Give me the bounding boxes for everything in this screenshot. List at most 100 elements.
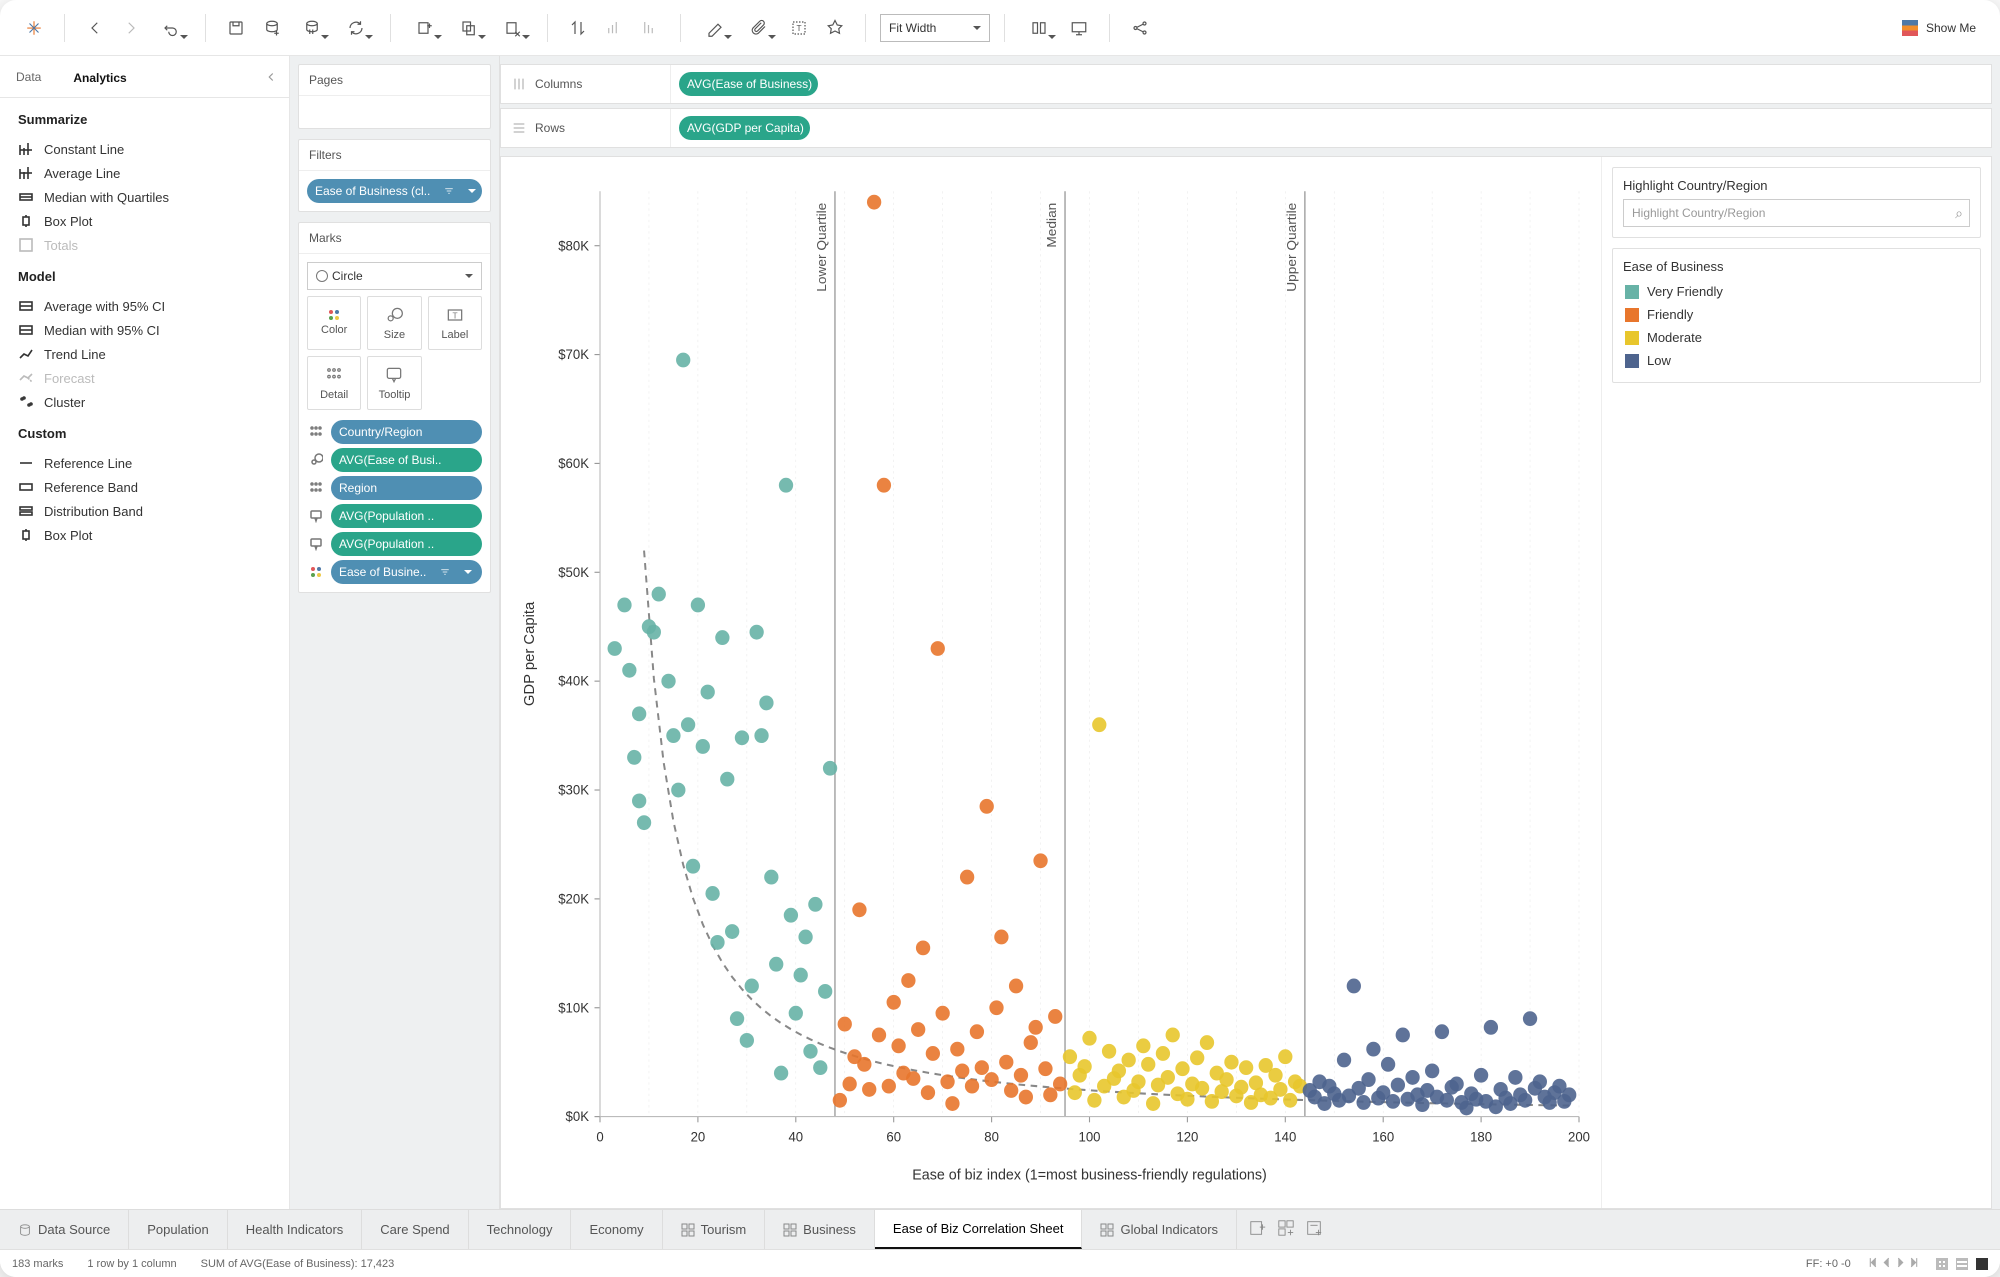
new-dashboard-button[interactable] [1277, 1219, 1295, 1240]
legend-label: Very Friendly [1647, 284, 1723, 299]
tab-data-source[interactable]: Data Source [0, 1210, 129, 1249]
status-ff: FF: +0 -0 [1806, 1258, 1851, 1270]
svg-text:40: 40 [788, 1130, 803, 1145]
highlight-input[interactable]: Highlight Country/Region [1623, 199, 1970, 227]
fit-select[interactable]: Fit Width [880, 14, 990, 42]
status-marks: 183 marks [12, 1258, 63, 1270]
pages-title: Pages [299, 65, 490, 96]
section-model: Model [18, 269, 271, 284]
constant-line[interactable]: Constant Line [18, 137, 271, 161]
marks-detail[interactable]: Detail [307, 356, 361, 410]
custom-box-plot[interactable]: Box Plot [18, 523, 271, 547]
legend-item[interactable]: Moderate [1623, 326, 1970, 349]
mark-pill-row[interactable]: AVG(Population .. [307, 532, 482, 556]
attach-button[interactable] [739, 12, 779, 44]
undo-dropdown[interactable] [151, 12, 191, 44]
swap-button[interactable] [562, 12, 594, 44]
pin-button[interactable] [819, 12, 851, 44]
legend-label: Low [1647, 353, 1671, 368]
filter-pill-ease-of-business[interactable]: Ease of Business (cl.. [307, 179, 482, 203]
svg-text:160: 160 [1372, 1130, 1394, 1145]
legend-item[interactable]: Friendly [1623, 303, 1970, 326]
marks-size[interactable]: Size [367, 296, 421, 350]
cluster[interactable]: Cluster [18, 390, 271, 414]
collapse-side-panel[interactable] [259, 65, 283, 89]
ref-band[interactable]: Reference Band [18, 475, 271, 499]
clear-sheet-button[interactable] [493, 12, 533, 44]
median-quartiles[interactable]: Median with Quartiles [18, 185, 271, 209]
share-button[interactable] [1124, 12, 1156, 44]
rows-shelf[interactable]: Rows AVG(GDP per Capita) [500, 108, 1992, 148]
svg-text:$70K: $70K [558, 347, 589, 362]
legend-swatch [1625, 285, 1639, 299]
sheet-tab[interactable]: Technology [469, 1210, 572, 1249]
svg-text:120: 120 [1176, 1130, 1198, 1145]
tab-data[interactable]: Data [0, 56, 57, 97]
label-icon: T [445, 305, 465, 325]
forward-button[interactable] [115, 12, 147, 44]
tab-analytics[interactable]: Analytics [57, 56, 142, 97]
average-line[interactable]: Average Line [18, 161, 271, 185]
sheet-tab[interactable]: Economy [571, 1210, 662, 1249]
sheet-tab[interactable]: Tourism [663, 1210, 766, 1249]
new-worksheet-button[interactable] [405, 12, 445, 44]
pages-shelf[interactable] [299, 96, 490, 128]
show-me-button[interactable]: Show Me [1896, 16, 1982, 40]
chart-zone[interactable]: Lower QuartileMedianUpper Quartile$0K$10… [501, 157, 1601, 1208]
duplicate-button[interactable] [449, 12, 489, 44]
ref-line[interactable]: Reference Line [18, 451, 271, 475]
legend-item[interactable]: Very Friendly [1623, 280, 1970, 303]
marks-type-select[interactable]: Circle [307, 262, 482, 290]
mark-pill-row[interactable]: Region [307, 476, 482, 500]
sheet-tab[interactable]: Population [129, 1210, 227, 1249]
avg-95-ci[interactable]: Average with 95% CI [18, 294, 271, 318]
view-mode-icons[interactable] [1936, 1258, 1988, 1270]
mark-pill-row[interactable]: AVG(Population .. [307, 504, 482, 528]
presentation-button[interactable] [1063, 12, 1095, 44]
marks-tooltip[interactable]: Tooltip [367, 356, 421, 410]
new-sheet-button[interactable] [1249, 1219, 1267, 1240]
save-button[interactable] [220, 12, 252, 44]
svg-text:T: T [796, 24, 801, 33]
marks-color[interactable]: Color [307, 296, 361, 350]
back-button[interactable] [79, 12, 111, 44]
side-panel-tabs: Data Analytics [0, 56, 289, 98]
sheet-tab[interactable]: Health Indicators [228, 1210, 363, 1249]
forecast: Forecast [18, 366, 271, 390]
svg-text:140: 140 [1274, 1130, 1296, 1145]
side-panel: Data Analytics Summarize Constant Line A… [0, 56, 290, 1209]
highlight-button[interactable] [695, 12, 735, 44]
rows-pill[interactable]: AVG(GDP per Capita) [679, 116, 810, 140]
shelves-column: Pages Filters Ease of Business (cl.. Mar… [290, 56, 500, 1209]
legend-item[interactable]: Low [1623, 349, 1970, 372]
columns-shelf[interactable]: Columns AVG(Ease of Business) [500, 64, 1992, 104]
mark-pill-row[interactable]: AVG(Ease of Busi.. [307, 448, 482, 472]
sheet-tab[interactable]: Care Spend [362, 1210, 468, 1249]
new-story-button[interactable] [1305, 1219, 1323, 1240]
box-plot[interactable]: Box Plot [18, 209, 271, 233]
filters-shelf[interactable]: Ease of Business (cl.. [299, 171, 490, 211]
sort-asc-button[interactable] [598, 12, 630, 44]
columns-pill[interactable]: AVG(Ease of Business) [679, 72, 818, 96]
mark-pill-row[interactable]: Country/Region [307, 420, 482, 444]
sheet-tab[interactable]: Global Indicators [1082, 1210, 1237, 1249]
pause-updates-button[interactable] [292, 12, 332, 44]
sheet-tab[interactable]: Business [765, 1210, 875, 1249]
trend-line[interactable]: Trend Line [18, 342, 271, 366]
dist-band[interactable]: Distribution Band [18, 499, 271, 523]
show-cards-button[interactable] [1019, 12, 1059, 44]
mark-pill-row[interactable]: Ease of Busine.. [307, 560, 482, 584]
sheet-tab[interactable]: Ease of Biz Correlation Sheet [875, 1210, 1083, 1249]
legend-label: Friendly [1647, 307, 1693, 322]
main-area: Data Analytics Summarize Constant Line A… [0, 56, 2000, 1209]
color-icon [329, 310, 339, 320]
refresh-button[interactable] [336, 12, 376, 44]
text-annotate-button[interactable]: T [783, 12, 815, 44]
svg-text:$20K: $20K [558, 891, 589, 906]
new-datasource-button[interactable] [256, 12, 288, 44]
pager[interactable] [1867, 1257, 1920, 1271]
sort-desc-button[interactable] [634, 12, 666, 44]
svg-text:$50K: $50K [558, 565, 589, 580]
med-95-ci[interactable]: Median with 95% CI [18, 318, 271, 342]
marks-label[interactable]: T Label [428, 296, 482, 350]
